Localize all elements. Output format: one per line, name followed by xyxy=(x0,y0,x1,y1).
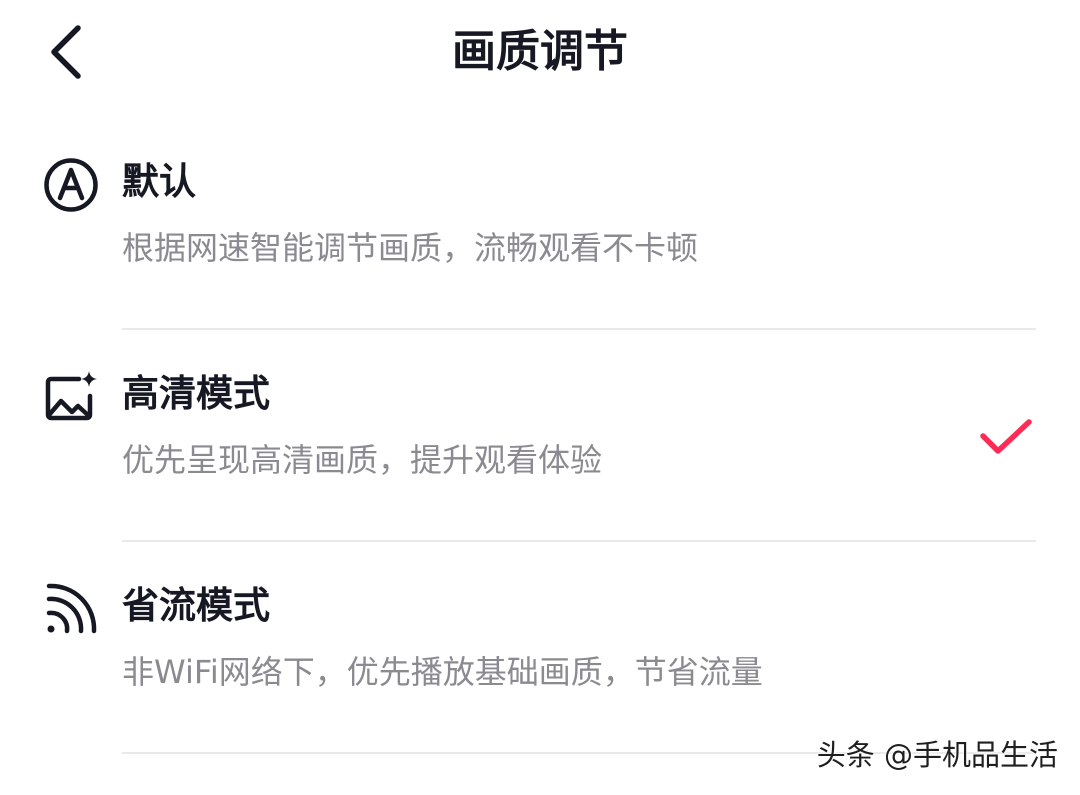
signal-arcs-icon xyxy=(42,580,100,638)
watermark: 头条 @手机品生活 xyxy=(816,738,1058,772)
option-title: 默认 xyxy=(122,160,196,203)
option-description: 根据网速智能调节画质，流畅观看不卡顿 xyxy=(122,229,699,267)
option-title: 省流模式 xyxy=(122,584,270,627)
checkmark-icon xyxy=(980,419,1032,454)
option-hd-mode[interactable]: 高清模式 优先呈现高清画质，提升观看体验 xyxy=(0,330,1080,542)
hd-image-sparkle-icon xyxy=(42,368,100,426)
option-title: 高清模式 xyxy=(122,372,270,415)
option-description: 优先呈现高清画质，提升观看体验 xyxy=(122,441,603,479)
option-default[interactable]: 默认 根据网速智能调节画质，流畅观看不卡顿 xyxy=(0,118,1080,330)
quality-option-list: 默认 根据网速智能调节画质，流畅观看不卡顿 高清模式 优先呈现高清画质，提升观看… xyxy=(0,118,1080,754)
option-description: 非WiFi网络下，优先播放基础画质，节省流量 xyxy=(122,653,763,691)
quality-settings-page: 画质调节 默认 根据网速智能调节画质，流畅观看不卡顿 高清模式 优先呈现高清画质… xyxy=(0,0,1080,795)
page-title: 画质调节 xyxy=(452,26,628,77)
auto-a-circle-icon xyxy=(42,156,100,214)
option-data-saver-mode[interactable]: 省流模式 非WiFi网络下，优先播放基础画质，节省流量 xyxy=(0,542,1080,754)
